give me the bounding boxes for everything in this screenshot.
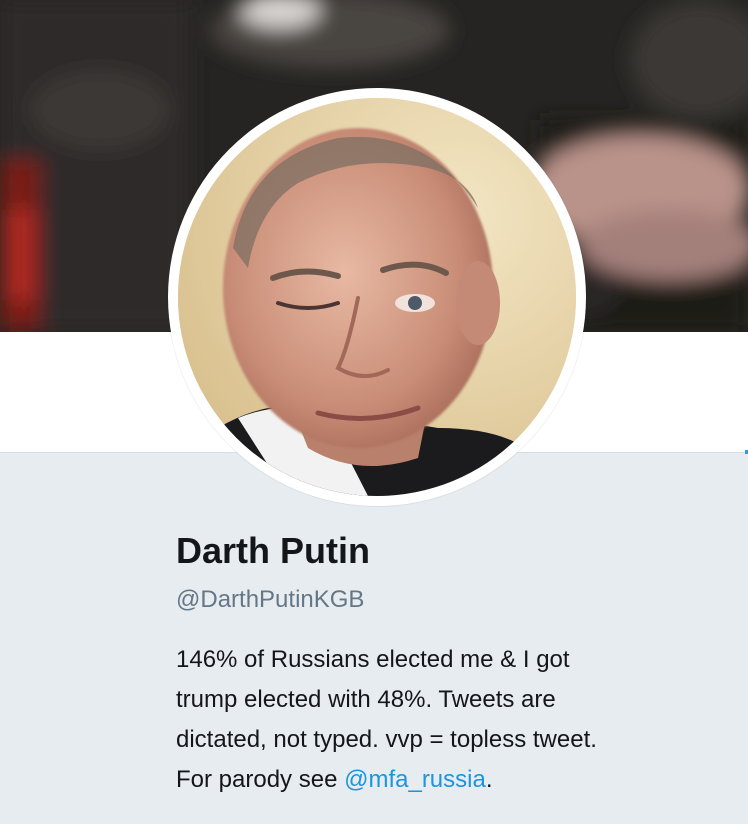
mention-link[interactable]: @mfa_russia	[344, 766, 486, 793]
profile-bio: 146% of Russians elected me & I got trum…	[176, 640, 716, 800]
profile-info: Darth Putin @DarthPutinKGB 146% of Russi…	[176, 528, 716, 800]
bio-text: .	[485, 766, 493, 793]
display-name[interactable]: Darth Putin	[176, 528, 716, 574]
bio-line: For parody see @mfa_russia.	[176, 760, 716, 800]
bio-line: trump elected with 48%. Tweets are	[176, 686, 556, 713]
user-handle[interactable]: @DarthPutinKGB	[176, 584, 716, 616]
bio-line: 146% of Russians elected me & I got	[176, 646, 570, 673]
bio-text: For parody see	[176, 766, 345, 793]
bio-line: dictated, not typed. vvp = topless tweet…	[176, 726, 597, 753]
avatar-image	[178, 98, 576, 496]
profile-avatar[interactable]	[178, 98, 576, 496]
